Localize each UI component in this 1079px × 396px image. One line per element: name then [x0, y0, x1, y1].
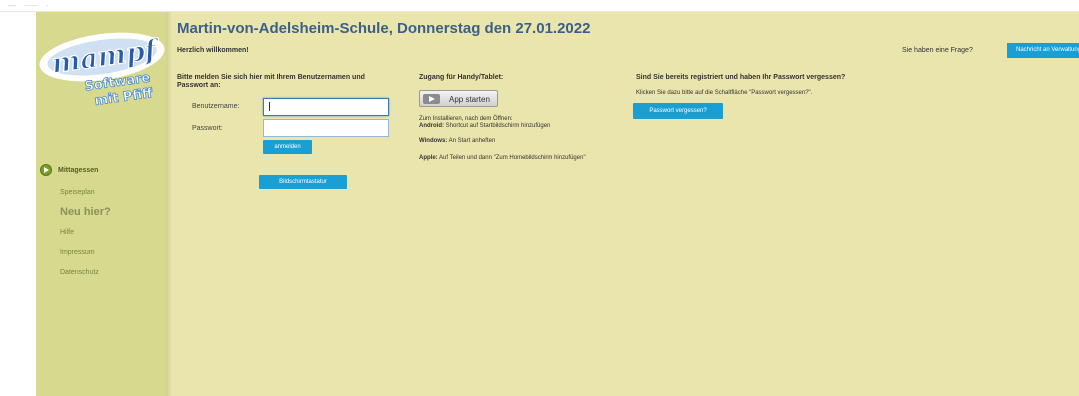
- sidebar-item-datenschutz[interactable]: Datenschutz: [60, 269, 99, 276]
- windows-text: An Start anheften: [447, 138, 496, 144]
- mampf-logo[interactable]: mampf Software mit Pfiff: [36, 22, 166, 117]
- sidebar-item-impressum[interactable]: Impressum: [60, 249, 95, 256]
- mobile-heading: Zugang für Handy/Tablet:: [419, 74, 504, 81]
- install-intro: Zum Installieren, nach dem Öffnen:: [419, 116, 513, 122]
- forgot-password-button[interactable]: Passwort vergessen?: [633, 103, 723, 119]
- login-button[interactable]: anmelden: [263, 140, 312, 154]
- message-admin-button[interactable]: Nachricht an Verwaltung: [1007, 43, 1079, 58]
- windows-label: Windows:: [419, 138, 448, 144]
- username-input[interactable]: [263, 98, 389, 116]
- sidebar-item-hilfe[interactable]: Hilfe: [60, 229, 74, 236]
- forgot-heading: Sind Sie bereits registriert und haben I…: [636, 74, 846, 81]
- sidebar-item-neu-hier[interactable]: Neu hier?: [60, 206, 111, 218]
- windows-instruction: Windows: An Start anheften: [419, 138, 495, 145]
- sidebar-item-mittagessen[interactable]: Mittagessen: [58, 167, 98, 174]
- play-bullet-icon: [40, 164, 52, 176]
- android-text: Shortcut auf Startbildschirm hinzufügen: [444, 123, 551, 129]
- login-heading: Bitte melden Sie sich hier mit Ihrem Ben…: [177, 74, 392, 90]
- forgot-text: Klicken Sie dazu bitte auf die Schaltflä…: [636, 90, 813, 96]
- sidebar-item-speiseplan[interactable]: Speiseplan: [60, 189, 95, 196]
- app-start-button[interactable]: App starten: [419, 90, 498, 107]
- android-instruction: Android: Shortcut auf Startbildschirm hi…: [419, 123, 550, 130]
- login-heading-line-2: Passwort an:: [177, 82, 221, 89]
- text-caret: [269, 102, 270, 111]
- welcome-text: Herzlich willkommen!: [177, 47, 249, 54]
- login-heading-line-1: Bitte melden Sie sich hier mit Ihrem Ben…: [177, 74, 365, 81]
- app-start-label: App starten: [449, 95, 490, 104]
- page-title: Martin-von-Adelsheim-Schule, Donnerstag …: [177, 20, 591, 37]
- password-label: Passwort:: [192, 125, 223, 132]
- apple-text: Auf Teilen und dann "Zum Homebildschirm …: [437, 155, 586, 161]
- main-content: Martin-von-Adelsheim-Schule, Donnerstag …: [166, 12, 1079, 396]
- browser-top-strip: — ⸺ ·: [0, 0, 1079, 12]
- app-play-icon: [423, 94, 440, 104]
- question-text: Sie haben eine Frage?: [902, 47, 973, 54]
- faded-top-text: — ⸺ ·: [8, 1, 52, 10]
- screen-keyboard-button[interactable]: Bildschirmtastatur: [259, 175, 347, 189]
- sidebar: mampf Software mit Pfiff Mittagessen Spe…: [36, 12, 166, 396]
- username-label: Benutzername:: [192, 103, 240, 110]
- apple-instruction: Apple: Auf Teilen und dann "Zum Homebild…: [419, 155, 586, 162]
- android-label: Android:: [419, 123, 444, 129]
- password-input[interactable]: [263, 119, 389, 137]
- apple-label: Apple:: [419, 155, 438, 161]
